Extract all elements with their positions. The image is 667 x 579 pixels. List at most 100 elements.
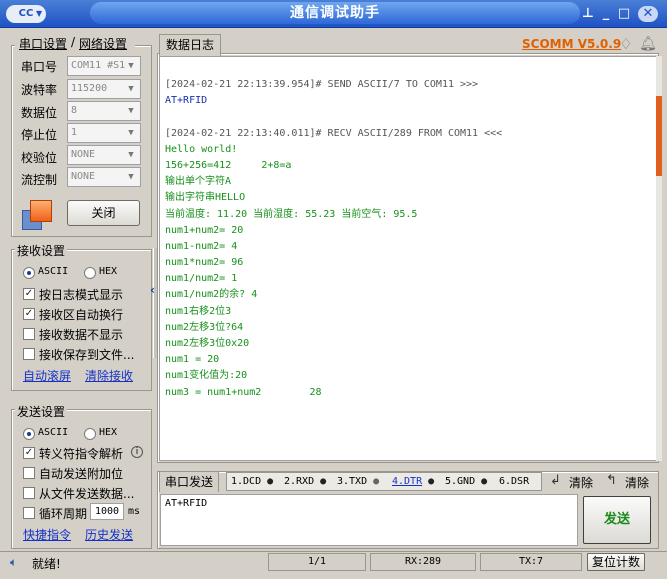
send-settings-title: 发送设置 xyxy=(15,403,68,420)
dtr-led-icon: ● xyxy=(428,476,435,487)
save-to-file-checkbox[interactable] xyxy=(23,348,35,360)
cycle-label: 循环周期 xyxy=(39,507,88,521)
databits-select[interactable]: 8 ▼ xyxy=(67,101,141,121)
baud-label: 波特率 xyxy=(21,83,58,97)
send-ascii-label: ASCII xyxy=(38,427,69,438)
log-line: num3 = num1+num2 28 xyxy=(165,386,322,398)
baud-select[interactable]: 115200 ▼ xyxy=(67,79,141,99)
send-hex-label: HEX xyxy=(99,427,118,438)
window-title: 通信调试助手 xyxy=(90,2,580,24)
tab-serial-send[interactable]: 串口发送 xyxy=(159,471,219,492)
log-line: 156+256=412 2+8=a xyxy=(165,159,292,171)
flow-select[interactable]: NONE ▼ xyxy=(67,167,141,187)
auto-wrap-label: 接收区自动换行 xyxy=(39,308,124,322)
save-to-file-label: 接收保存到文件... xyxy=(39,348,135,362)
reset-count-button[interactable]: 复位计数 xyxy=(587,553,645,571)
minimize-icon[interactable]: _ xyxy=(598,6,614,22)
clear-send-icon[interactable]: ↰ xyxy=(606,473,617,488)
receive-hex-radio[interactable] xyxy=(84,267,96,279)
log-line: AT+RFID xyxy=(165,95,208,107)
gnd-led-icon: ● xyxy=(481,476,488,487)
quick-command-link[interactable]: 快捷指令 xyxy=(23,526,71,543)
send-button[interactable]: 发送 xyxy=(583,496,651,544)
title-bar[interactable]: CC ▼ 通信调试助手 ⊥ _ □ ✕ xyxy=(0,0,667,28)
version-label: SCOMM V5.0.9 xyxy=(522,37,622,51)
flow-value: NONE xyxy=(71,171,96,182)
clear-receive-link[interactable]: 清除接收 xyxy=(85,367,133,384)
clear-send-button[interactable]: 清除 xyxy=(625,474,649,491)
scrollbar-thumb[interactable] xyxy=(656,96,662,176)
auto-wrap-checkbox[interactable]: ✓ xyxy=(23,308,35,320)
parity-label: 校验位 xyxy=(21,151,58,165)
send-from-file-checkbox[interactable] xyxy=(23,487,35,499)
diamond-icon[interactable]: ♢ xyxy=(617,35,635,53)
log-line: 输出字符串HELLO xyxy=(165,192,246,204)
bell-icon[interactable]: 🔔︎ xyxy=(639,35,657,53)
rx-counter: RX:289 xyxy=(370,553,476,571)
tab-serial-settings[interactable]: 串口设置 xyxy=(19,35,67,52)
pin-icon[interactable]: ⊥ xyxy=(580,6,596,22)
receive-ascii-label: ASCII xyxy=(38,266,69,277)
escape-parse-label: 转义符指令解析 xyxy=(39,447,124,461)
send-input[interactable]: AT+RFID xyxy=(160,494,578,546)
close-port-button[interactable]: 关闭 xyxy=(67,200,140,226)
tab-divider: / xyxy=(71,35,76,49)
dtr-signal[interactable]: 4.DTR ● xyxy=(392,473,434,490)
chevron-down-icon: ▼ xyxy=(128,128,134,138)
log-line: num1*num2= 96 xyxy=(165,257,244,269)
close-icon[interactable]: ✕ xyxy=(638,6,658,22)
log-mode-checkbox[interactable]: ✓ xyxy=(23,288,35,300)
chevron-down-icon: ▼ xyxy=(128,84,134,94)
cycle-input[interactable]: 1000 xyxy=(90,503,124,520)
clear-receive-icon[interactable]: ↲ xyxy=(550,473,561,488)
stopbits-select[interactable]: 1 ▼ xyxy=(67,123,141,143)
stopbits-label: 停止位 xyxy=(21,128,58,142)
log-mode-label: 按日志模式显示 xyxy=(39,288,124,302)
dropdown-arrow-icon[interactable]: ▼ xyxy=(36,6,46,22)
log-area[interactable]: [2024-02-21 22:13:39.954]# SEND ASCII/7 … xyxy=(159,56,657,461)
chevron-down-icon: ▼ xyxy=(128,106,134,116)
receive-hex-label: HEX xyxy=(99,266,118,277)
port-value: COM11 #S1 xyxy=(71,60,126,71)
receive-ascii-radio[interactable] xyxy=(23,267,35,279)
databits-label: 数据位 xyxy=(21,106,58,120)
speaker-icon[interactable]: 🔈︎ xyxy=(10,555,17,570)
append-bits-checkbox[interactable] xyxy=(23,467,35,479)
log-line: num1/num2= 1 xyxy=(165,273,238,285)
cycle-checkbox[interactable] xyxy=(23,507,35,519)
log-line: [2024-02-21 22:13:40.011]# RECV ASCII/28… xyxy=(165,127,503,139)
tab-data-log[interactable]: 数据日志 xyxy=(159,34,221,56)
dcd-signal: 1.DCD ● xyxy=(231,476,274,487)
log-line: num1-num2= 4 xyxy=(165,240,238,252)
maximize-icon[interactable]: □ xyxy=(616,6,632,22)
send-ascii-radio[interactable] xyxy=(23,428,35,440)
log-scrollbar[interactable] xyxy=(656,56,662,461)
parity-select[interactable]: NONE ▼ xyxy=(67,145,141,165)
hide-receive-label: 接收数据不显示 xyxy=(39,328,124,342)
log-line: num1 = 20 xyxy=(165,354,220,366)
clear-receive-button[interactable]: 清除 xyxy=(569,474,593,491)
history-send-link[interactable]: 历史发送 xyxy=(85,526,133,543)
chevron-down-icon: ▼ xyxy=(128,172,134,182)
log-line: 当前温度: 11.20 当前湿度: 55.23 当前空气: 95.5 xyxy=(165,208,418,220)
log-line: Hello world! xyxy=(165,143,238,155)
log-line: num1变化值为:20 xyxy=(165,370,248,382)
escape-parse-checkbox[interactable]: ✓ xyxy=(23,447,35,459)
auto-scroll-link[interactable]: 自动滚屏 xyxy=(23,367,71,384)
info-icon[interactable]: i xyxy=(131,446,143,458)
databits-value: 8 xyxy=(71,105,78,116)
txd-signal: 3.TXD ● xyxy=(337,476,380,487)
send-hex-radio[interactable] xyxy=(84,428,96,440)
cycle-unit: ms xyxy=(128,506,141,517)
dcd-led-icon: ● xyxy=(267,476,274,487)
port-status-icon xyxy=(22,200,52,230)
log-line: num2左移3位0x20 xyxy=(165,338,250,349)
hide-receive-checkbox[interactable] xyxy=(23,328,35,340)
port-label: 串口号 xyxy=(21,60,58,74)
port-select[interactable]: COM11 #S1 ▼ xyxy=(67,56,141,76)
chevron-down-icon: ▼ xyxy=(128,61,134,71)
page-indicator: 1/1 xyxy=(268,553,366,571)
tx-counter: TX:7 xyxy=(480,553,582,571)
tab-network-settings[interactable]: 网络设置 xyxy=(79,35,127,52)
